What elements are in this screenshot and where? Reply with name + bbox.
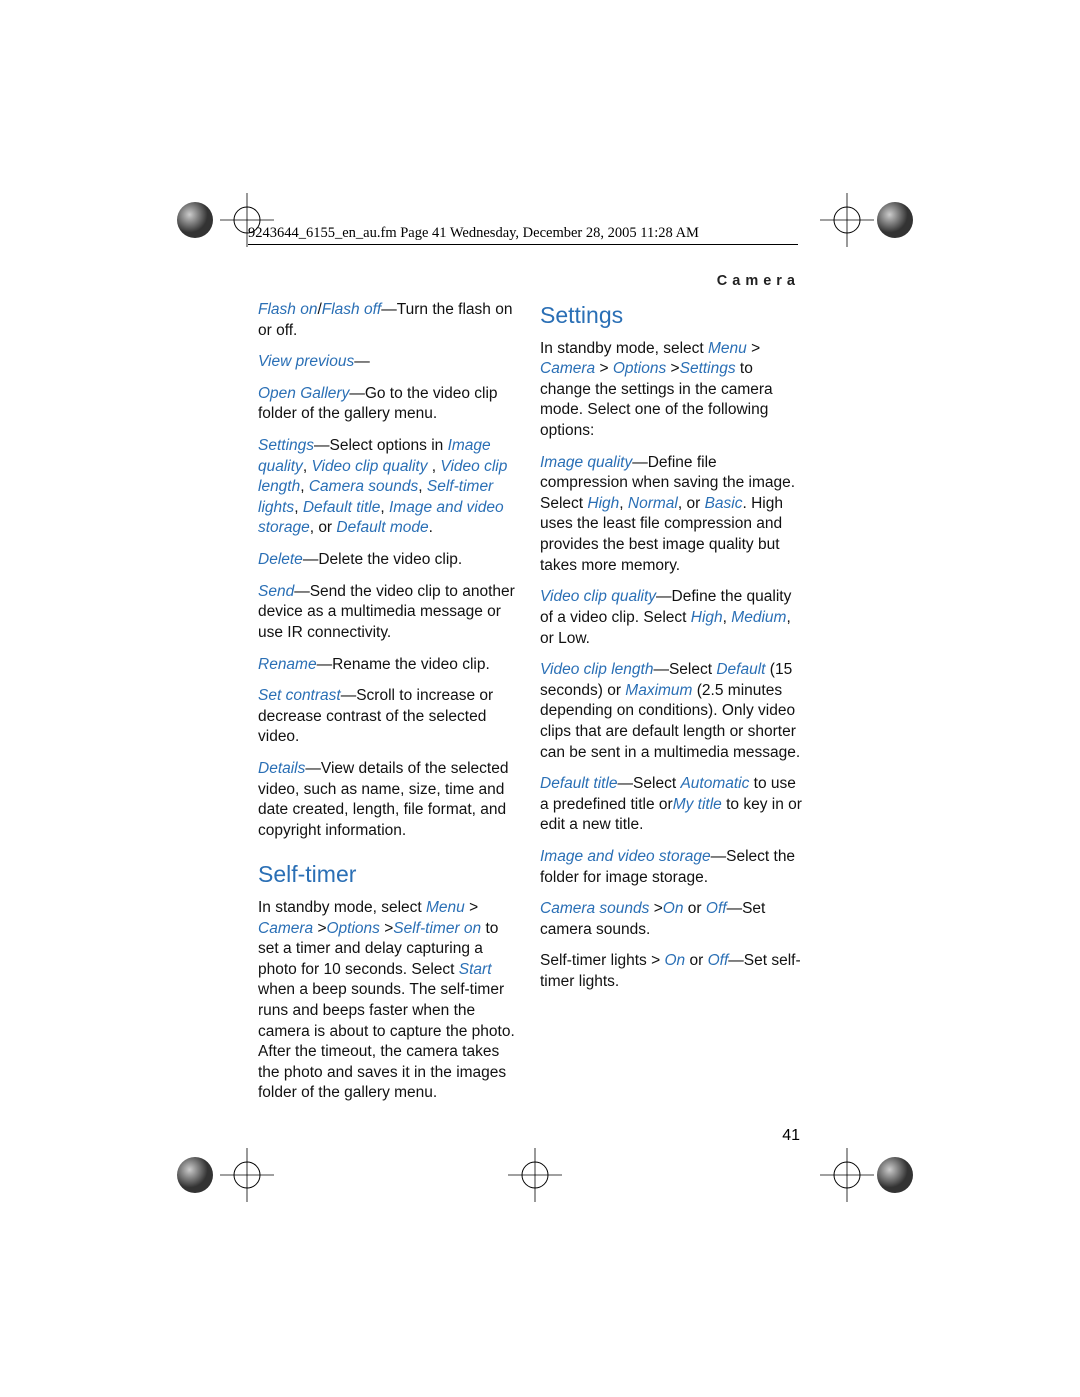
para-send: Send—Send the video clip to another devi… xyxy=(258,582,520,644)
para-flash: Flash on/Flash off—Turn the flash on or … xyxy=(258,300,520,341)
heading-settings: Settings xyxy=(540,300,802,331)
page-number: 41 xyxy=(782,1127,800,1145)
para-camera-sounds: Camera sounds >On or Off—Set camera soun… xyxy=(540,899,802,940)
header-line: 9243644_6155_en_au.fm Page 41 Wednesday,… xyxy=(248,225,699,242)
para-view-previous: View previous— xyxy=(258,352,520,373)
reg-mark-cross-tr xyxy=(820,193,874,247)
para-open-gallery: Open Gallery—Go to the video clip folder… xyxy=(258,384,520,425)
para-set-contrast: Set contrast—Scroll to increase or decre… xyxy=(258,686,520,748)
reg-mark-sphere-br xyxy=(875,1155,915,1195)
para-self-timer-lights: Self-timer lights > On or Off—Set self-t… xyxy=(540,951,802,992)
reg-mark-sphere-tl xyxy=(175,200,215,240)
para-default-title: Default title—Select Automatic to use a … xyxy=(540,774,802,836)
reg-mark-sphere-bl xyxy=(175,1155,215,1195)
heading-self-timer: Self-timer xyxy=(258,859,520,890)
reg-mark-sphere-tr xyxy=(875,200,915,240)
para-settings: Settings—Select options in Image quality… xyxy=(258,436,520,539)
reg-mark-cross-br xyxy=(820,1148,874,1202)
header-rule xyxy=(248,244,798,245)
column-left: Flash on/Flash off—Turn the flash on or … xyxy=(258,300,520,1115)
content-columns: Flash on/Flash off—Turn the flash on or … xyxy=(258,300,803,1115)
para-delete: Delete—Delete the video clip. xyxy=(258,550,520,571)
para-video-clip-quality: Video clip quality—Define the quality of… xyxy=(540,587,802,649)
para-settings-intro: In standby mode, select Menu > Camera > … xyxy=(540,339,802,442)
section-tag: Camera xyxy=(717,273,800,289)
para-rename: Rename—Rename the video clip. xyxy=(258,655,520,676)
para-image-quality: Image quality—Define file compression wh… xyxy=(540,453,802,577)
page: 9243644_6155_en_au.fm Page 41 Wednesday,… xyxy=(0,0,1080,1397)
para-self-timer: In standby mode, select Menu > Camera >O… xyxy=(258,898,520,1104)
para-details: Details—View details of the selected vid… xyxy=(258,759,520,841)
para-video-clip-length: Video clip length—Select Default (15 sec… xyxy=(540,660,802,763)
reg-mark-cross-bc xyxy=(508,1148,562,1202)
column-right: Settings In standby mode, select Menu > … xyxy=(540,300,802,1115)
reg-mark-cross-bl xyxy=(220,1148,274,1202)
para-image-video-storage: Image and video storage—Select the folde… xyxy=(540,847,802,888)
